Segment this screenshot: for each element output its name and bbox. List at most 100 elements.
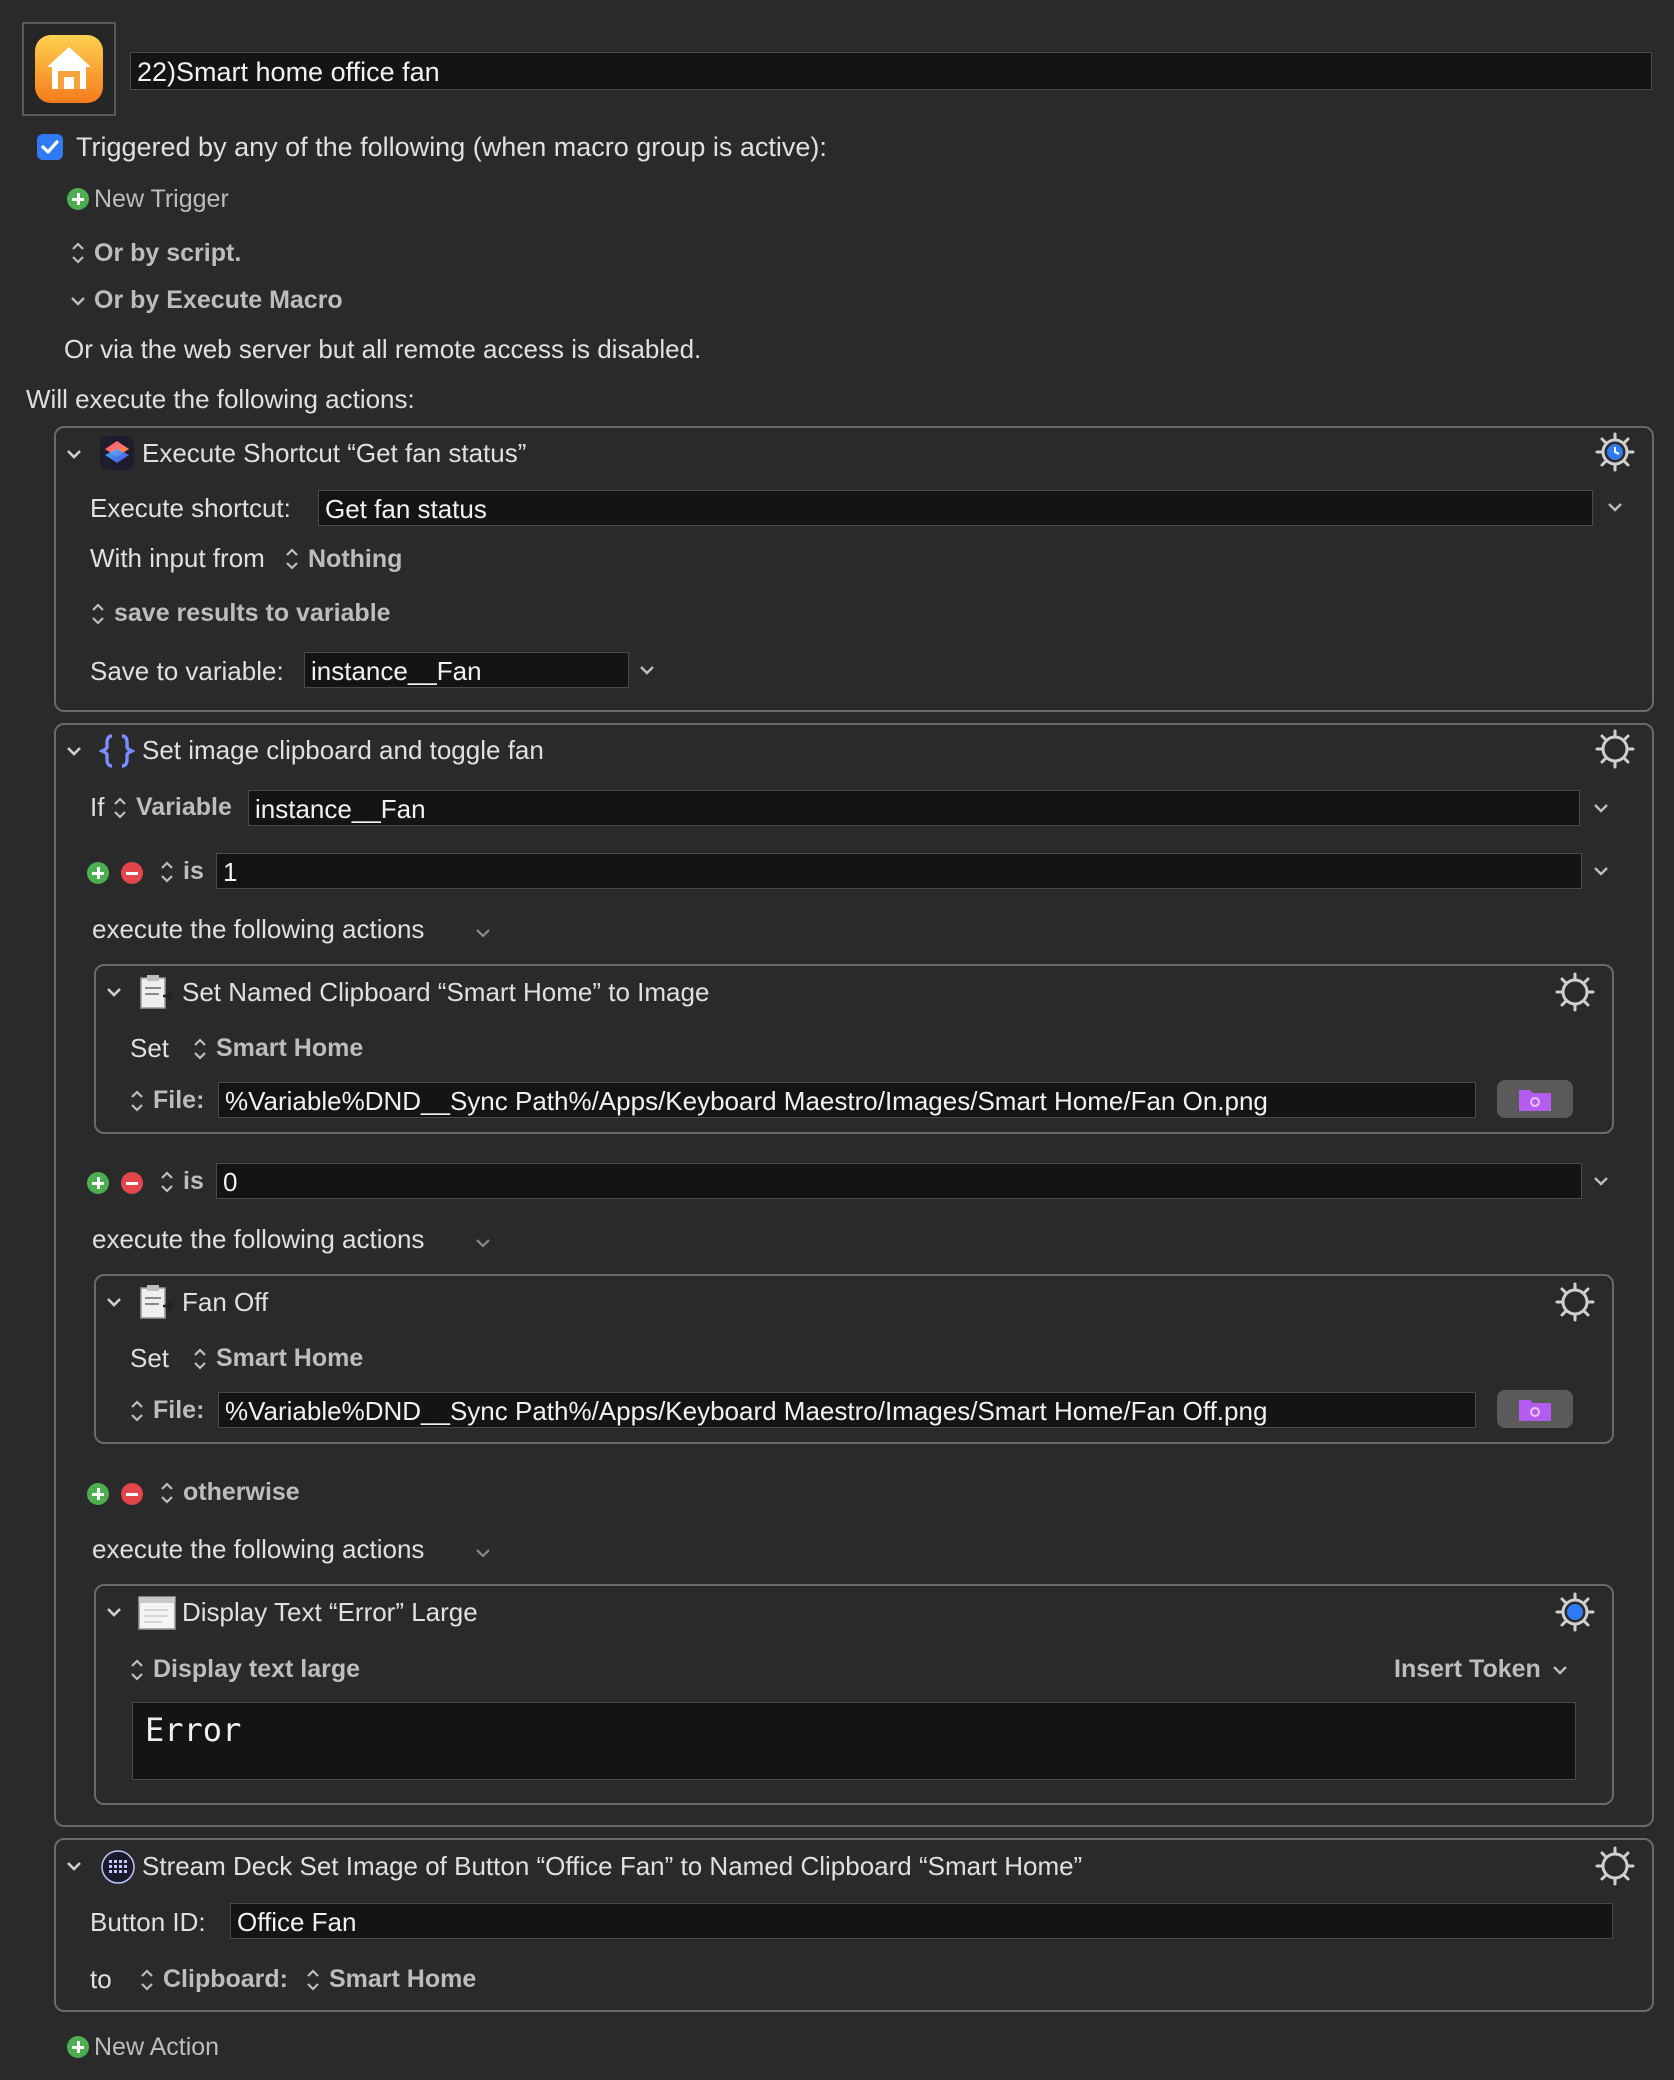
input-source-popup[interactable]: Nothing xyxy=(308,543,402,575)
stepper-icon[interactable] xyxy=(112,795,128,821)
folder-icon xyxy=(1519,1400,1551,1421)
file-path-field[interactable]: %Variable%DND__Sync Path%/Apps/Keyboard … xyxy=(218,1082,1476,1118)
chevron-down-icon[interactable] xyxy=(469,919,497,947)
braces-icon xyxy=(99,734,135,768)
gear-icon[interactable] xyxy=(1555,1282,1595,1322)
case-operator-popup[interactable]: is xyxy=(183,855,204,887)
display-mode-popup[interactable]: Display text large xyxy=(153,1653,360,1685)
chevron-down-icon[interactable] xyxy=(469,1539,497,1567)
with-input-label: With input from xyxy=(90,543,265,573)
will-execute-label: Will execute the following actions: xyxy=(26,384,415,414)
new-trigger-link[interactable]: New Trigger xyxy=(94,183,229,215)
chevron-down-icon[interactable] xyxy=(1587,794,1615,822)
stepper-icon[interactable] xyxy=(129,1657,145,1683)
collapse-chevron-icon[interactable] xyxy=(60,737,88,765)
macro-name-field[interactable]: 22)Smart home office fan xyxy=(130,52,1652,90)
stepper-icon[interactable] xyxy=(192,1036,208,1062)
clipboard-name-popup[interactable]: Smart Home xyxy=(329,1963,476,1995)
remove-case-button[interactable] xyxy=(121,862,143,884)
stepper-icon[interactable] xyxy=(129,1398,145,1424)
clipboard-icon xyxy=(140,975,174,1009)
stepper-icon[interactable] xyxy=(192,1346,208,1372)
collapse-chevron-icon[interactable] xyxy=(100,1288,128,1316)
triggered-checkbox[interactable] xyxy=(37,134,63,160)
collapse-chevron-icon[interactable] xyxy=(60,1852,88,1880)
sub-action-title[interactable]: Display Text “Error” Large xyxy=(182,1596,478,1628)
stepper-icon[interactable] xyxy=(90,601,106,627)
new-action-link[interactable]: New Action xyxy=(94,2031,219,2063)
choose-file-button[interactable] xyxy=(1497,1390,1573,1428)
remove-case-button[interactable] xyxy=(121,1172,143,1194)
file-source-popup[interactable]: File: xyxy=(153,1084,204,1116)
add-case-button[interactable] xyxy=(87,1172,109,1194)
execute-following-label: execute the following actions xyxy=(92,1534,425,1564)
stepper-icon[interactable] xyxy=(70,240,86,266)
gear-icon[interactable] xyxy=(1595,729,1635,769)
stepper-icon[interactable] xyxy=(159,1169,175,1195)
chevron-down-icon[interactable] xyxy=(1587,857,1615,885)
stepper-icon[interactable] xyxy=(129,1088,145,1114)
web-server-note: Or via the web server but all remote acc… xyxy=(64,334,702,364)
collapse-chevron-icon[interactable] xyxy=(60,440,88,468)
chevron-down-icon[interactable] xyxy=(1601,493,1629,521)
or-by-script-toggle[interactable]: Or by script. xyxy=(94,237,241,269)
add-case-button[interactable] xyxy=(87,1483,109,1505)
if-variable-field[interactable]: instance__Fan xyxy=(248,790,1580,826)
case-value-field[interactable]: 0 xyxy=(216,1163,1582,1199)
action-title[interactable]: Set image clipboard and toggle fan xyxy=(142,734,544,766)
clipboard-name-popup[interactable]: Smart Home xyxy=(216,1032,363,1064)
stepper-icon[interactable] xyxy=(139,1967,155,1993)
collapse-chevron-icon[interactable] xyxy=(100,978,128,1006)
gear-icon[interactable] xyxy=(1555,972,1595,1012)
image-source-popup[interactable]: Clipboard: xyxy=(163,1963,288,1995)
set-label: Set xyxy=(130,1033,170,1063)
button-id-field[interactable]: Office Fan xyxy=(230,1903,1613,1939)
add-case-button[interactable] xyxy=(87,862,109,884)
insert-token-menu[interactable]: Insert Token xyxy=(1394,1653,1541,1685)
otherwise-popup[interactable]: otherwise xyxy=(183,1476,300,1508)
gear-timer-icon[interactable] xyxy=(1595,432,1635,472)
stepper-icon[interactable] xyxy=(159,1480,175,1506)
choose-file-button[interactable] xyxy=(1497,1080,1573,1118)
home-app-icon xyxy=(35,35,103,103)
display-text-area[interactable]: Error xyxy=(132,1702,1576,1780)
gear-status-icon[interactable] xyxy=(1555,1592,1595,1632)
display-window-icon xyxy=(138,1596,176,1630)
stream-deck-icon xyxy=(101,1850,135,1884)
collapse-chevron-icon[interactable] xyxy=(100,1598,128,1626)
chevron-down-icon[interactable] xyxy=(64,287,92,315)
file-source-popup[interactable]: File: xyxy=(153,1394,204,1426)
sub-action-title[interactable]: Fan Off xyxy=(182,1286,268,1318)
to-label: to xyxy=(90,1964,112,1994)
case-operator-popup[interactable]: is xyxy=(183,1165,204,1197)
file-path-field[interactable]: %Variable%DND__Sync Path%/Apps/Keyboard … xyxy=(218,1392,1476,1428)
sub-action-title[interactable]: Set Named Clipboard “Smart Home” to Imag… xyxy=(182,976,709,1008)
new-action-plus-icon[interactable] xyxy=(67,2036,89,2058)
remove-case-button[interactable] xyxy=(121,1483,143,1505)
shortcut-name-field[interactable]: Get fan status xyxy=(318,490,1593,526)
clipboard-name-popup[interactable]: Smart Home xyxy=(216,1342,363,1374)
chevron-down-icon[interactable] xyxy=(1587,1167,1615,1195)
action-title[interactable]: Execute Shortcut “Get fan status” xyxy=(142,437,526,469)
case-value-field[interactable]: 1 xyxy=(216,853,1582,889)
variable-name-field[interactable]: instance__Fan xyxy=(304,652,629,688)
button-id-label: Button ID: xyxy=(90,1907,206,1937)
chevron-down-icon[interactable] xyxy=(469,1229,497,1257)
chevron-down-icon[interactable] xyxy=(633,656,661,684)
gear-icon[interactable] xyxy=(1595,1846,1635,1886)
macro-icon[interactable] xyxy=(22,22,116,116)
execute-following-label: execute the following actions xyxy=(92,914,425,944)
triggered-label: Triggered by any of the following (when … xyxy=(76,132,827,162)
stepper-icon[interactable] xyxy=(159,859,175,885)
if-type-popup[interactable]: Variable xyxy=(136,791,232,823)
execute-following-label: execute the following actions xyxy=(92,1224,425,1254)
new-trigger-plus-icon[interactable] xyxy=(67,188,89,210)
stepper-icon[interactable] xyxy=(305,1967,321,1993)
or-by-execute-macro-toggle[interactable]: Or by Execute Macro xyxy=(94,284,343,316)
chevron-down-icon[interactable] xyxy=(1546,1656,1574,1684)
save-results-popup[interactable]: save results to variable xyxy=(114,597,391,629)
if-label: If xyxy=(90,792,105,822)
stepper-icon[interactable] xyxy=(284,546,300,572)
action-title[interactable]: Stream Deck Set Image of Button “Office … xyxy=(142,1850,1082,1882)
save-to-variable-label: Save to variable: xyxy=(90,656,284,686)
